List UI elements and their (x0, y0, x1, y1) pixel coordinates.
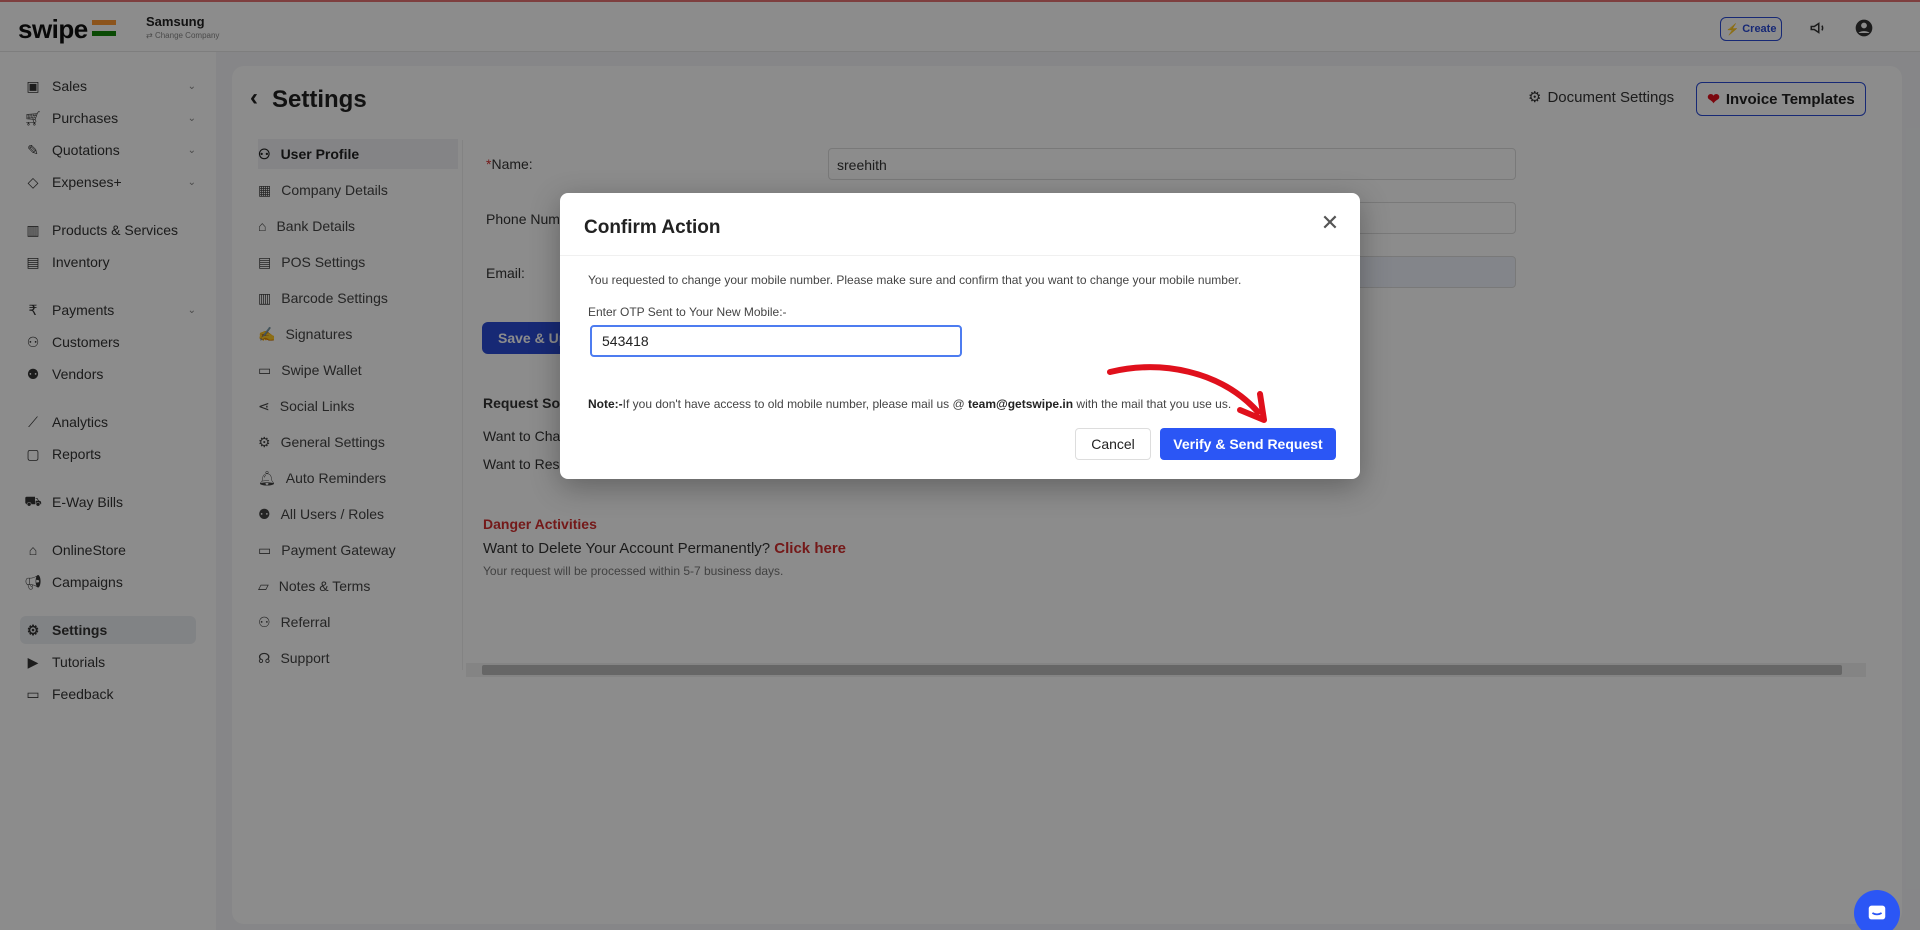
modal-title: Confirm Action (584, 217, 721, 238)
chat-support-icon[interactable] (1854, 890, 1900, 930)
annotation-arrow (1107, 364, 1267, 423)
otp-label: Enter OTP Sent to Your New Mobile:- (588, 305, 787, 319)
confirm-action-modal: Confirm Action ✕ You requested to change… (560, 193, 1360, 479)
modal-message: You requested to change your mobile numb… (588, 273, 1242, 287)
modal-divider (560, 255, 1360, 256)
verify-send-request-button[interactable]: Verify & Send Request (1160, 428, 1336, 460)
support-email-link[interactable]: team@getswipe.in (968, 397, 1073, 411)
close-icon[interactable]: ✕ (1318, 210, 1342, 235)
otp-input[interactable] (590, 325, 962, 357)
cancel-button[interactable]: Cancel (1075, 428, 1151, 460)
